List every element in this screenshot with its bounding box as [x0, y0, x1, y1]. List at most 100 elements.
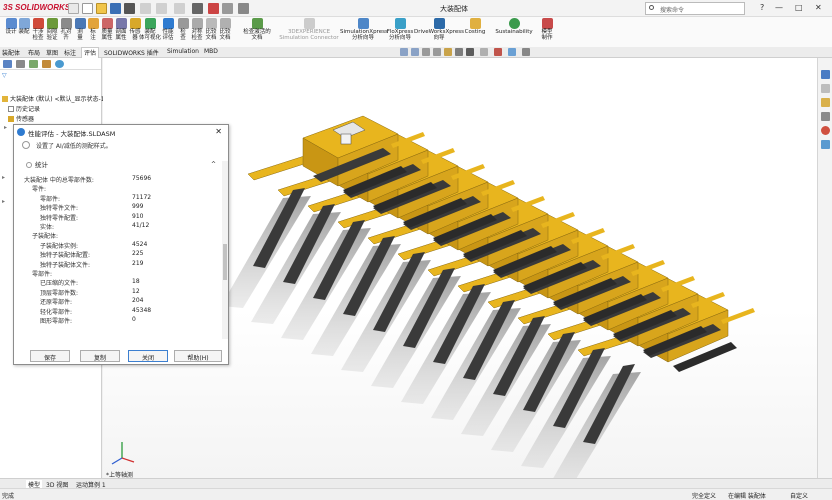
stat-value: 910 — [132, 212, 144, 220]
document-title: 大装配体 — [440, 5, 468, 13]
ribbon-model-make-button[interactable]: 模型 制作 — [538, 18, 556, 41]
ribbon-check-active-doc-button[interactable]: 检查激活的 文档 — [242, 18, 272, 41]
solidworks-resources-icon[interactable] — [821, 70, 830, 79]
appearances-icon[interactable] — [821, 126, 830, 135]
tab-sketch[interactable]: 草图 — [46, 48, 58, 57]
configuration-manager-tab-icon[interactable] — [29, 60, 38, 68]
status-units[interactable]: 自定义 — [790, 491, 808, 500]
custom-properties-icon[interactable] — [821, 140, 830, 149]
tree-expander[interactable]: ▸ — [2, 198, 5, 205]
print-icon[interactable] — [124, 3, 135, 14]
ribbon-floxpress-button[interactable]: FloXpress 分析向导 — [386, 18, 414, 41]
copy-button[interactable]: 复制 — [80, 350, 120, 362]
engine-panel — [340, 133, 352, 145]
stat-value: 4524 — [132, 240, 148, 248]
tab-mbd[interactable]: MBD — [204, 48, 218, 55]
minimize-button[interactable]: — — [775, 3, 783, 12]
ribbon-driveworksxpress-button[interactable]: DriveWorksXpress 向导 — [414, 18, 464, 41]
interference-icon — [32, 18, 44, 29]
stat-value: 71172 — [132, 193, 152, 201]
open-icon[interactable] — [96, 3, 107, 14]
tree-expander[interactable]: ▸ — [2, 174, 5, 181]
view-orientation-icon[interactable] — [455, 48, 463, 56]
display-manager-tab-icon[interactable] — [55, 60, 64, 68]
help-button[interactable]: 帮助(H) — [174, 350, 222, 362]
tab-simulation[interactable]: Simulation — [167, 48, 199, 55]
stat-label: 独特子装配体配置: — [40, 252, 91, 260]
close-button[interactable]: 关闭 — [128, 350, 168, 362]
assembly-visualization-icon — [144, 18, 156, 29]
filter-icon[interactable]: ▽ — [2, 72, 7, 79]
tree-history[interactable]: 历史记录 — [8, 104, 40, 113]
history-icon — [8, 106, 14, 112]
help-icon[interactable]: ? — [760, 3, 764, 12]
tree-root-assembly[interactable]: 大装配体 (默认) <默认_显示状态-1> — [2, 94, 110, 103]
tab-evaluate[interactable]: 评估 — [81, 47, 100, 58]
tab-solidworks-addins[interactable]: SOLIDWORKS 插件 — [104, 48, 159, 57]
rebuild-icon[interactable] — [174, 3, 185, 14]
ribbon: 设计 装配 干涉 检查 间隙 验证 孔对齐 测量 标注 质量 属性 剖面 属性 传感器 … — [0, 17, 832, 47]
dialog-close-icon[interactable]: ✕ — [215, 127, 222, 136]
hide-show-items-icon[interactable] — [480, 48, 488, 56]
ribbon-simulationxpress-button[interactable]: SimulationXpress 分析向导 — [340, 18, 388, 41]
dynamic-annotation-icon[interactable] — [444, 48, 452, 56]
section-header-statistics[interactable]: 统计 — [26, 159, 48, 169]
dimxpert-tab-icon[interactable] — [42, 60, 51, 68]
model-make-icon — [541, 18, 553, 29]
display-style-icon[interactable] — [466, 48, 474, 56]
stat-label: 独特零件文件: — [40, 205, 79, 213]
stat-label: 零件: — [32, 186, 47, 194]
collapse-icon[interactable]: ^ — [211, 161, 216, 168]
tree-sensors[interactable]: 传感器 — [8, 114, 34, 123]
stat-value: 204 — [132, 297, 144, 305]
save-button[interactable]: 保存 — [30, 350, 70, 362]
stat-value: 18 — [132, 278, 140, 286]
save-icon[interactable] — [110, 3, 121, 14]
feature-manager-tab-icon[interactable] — [3, 60, 12, 68]
ribbon-costing-button[interactable]: Costing — [462, 18, 488, 35]
sustainability-icon — [508, 18, 520, 29]
design-library-icon[interactable] — [821, 84, 830, 93]
apply-scene-icon[interactable] — [508, 48, 516, 56]
costing-icon — [469, 18, 481, 29]
edit-appearance-icon[interactable] — [494, 48, 502, 56]
view-settings-icon[interactable] — [522, 48, 530, 56]
search-input[interactable]: 搜索命令 — [645, 2, 745, 15]
sensor-icon — [129, 18, 141, 29]
undo-icon[interactable] — [140, 3, 151, 14]
tab-layout[interactable]: 布局 — [28, 48, 40, 57]
assembly-icon — [18, 18, 30, 29]
home-icon[interactable] — [68, 3, 79, 14]
close-button[interactable]: ✕ — [815, 3, 822, 12]
file-explorer-icon[interactable] — [821, 98, 830, 107]
zoom-to-fit-icon[interactable] — [400, 48, 408, 56]
tree-expander[interactable]: ▸ — [4, 124, 7, 131]
options-gear-icon[interactable] — [238, 3, 249, 14]
section-view-icon[interactable] — [433, 48, 441, 56]
ribbon-compare-docs-button[interactable]: 比较 文档 — [218, 18, 232, 41]
simulation-connector-icon — [303, 18, 315, 29]
markup-icon — [87, 18, 99, 29]
stat-value: 75696 — [132, 175, 152, 182]
tab-markup[interactable]: 标注 — [64, 48, 76, 57]
dialog-title: 性能评估 - 大装配体.SLDASM — [28, 130, 116, 138]
task-pane — [817, 58, 832, 478]
status-definition: 完全定义 — [692, 493, 717, 500]
ribbon-simulation-connector-button[interactable]: 3DEXPERIENCE Simulation Connector — [278, 18, 340, 41]
redo-icon[interactable] — [156, 3, 167, 14]
info-icon — [22, 141, 30, 149]
file-properties-icon[interactable] — [222, 3, 233, 14]
stat-value: 45348 — [132, 306, 152, 314]
new-icon[interactable] — [82, 3, 93, 14]
zoom-area-icon[interactable] — [411, 48, 419, 56]
view-palette-icon[interactable] — [821, 112, 830, 121]
select-icon[interactable] — [192, 3, 203, 14]
dialog-scrollbar[interactable] — [222, 161, 228, 339]
restore-button[interactable]: □ — [795, 3, 803, 12]
tab-assembly[interactable]: 装配体 — [2, 48, 20, 57]
rebuild-stoplight-icon[interactable] — [208, 3, 219, 14]
ribbon-sustainability-button[interactable]: Sustainability — [494, 18, 534, 35]
property-manager-tab-icon[interactable] — [16, 60, 25, 68]
scrollbar-thumb[interactable] — [223, 244, 227, 280]
previous-view-icon[interactable] — [422, 48, 430, 56]
